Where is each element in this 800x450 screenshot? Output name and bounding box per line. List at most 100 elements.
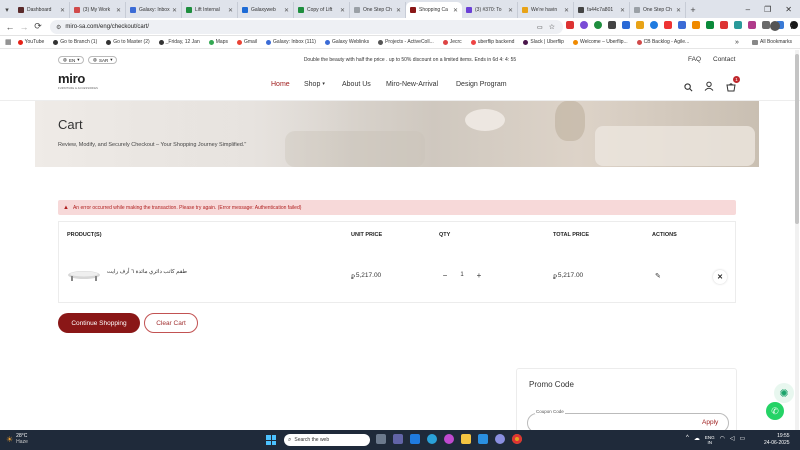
- account-icon[interactable]: [704, 78, 714, 91]
- extension-icon[interactable]: [636, 21, 644, 29]
- tab-close-icon[interactable]: ✕: [228, 7, 233, 14]
- decrease-qty-button[interactable]: −: [439, 271, 451, 280]
- browser-menu-icon[interactable]: ⋮: [787, 20, 796, 31]
- nav-shop[interactable]: Shop ▾: [304, 81, 325, 88]
- back-icon[interactable]: ←: [3, 20, 17, 34]
- bookmark-item[interactable]: CB Backlog - Agile...: [636, 39, 689, 45]
- increase-qty-button[interactable]: +: [473, 271, 485, 280]
- weather-widget[interactable]: ☀ 28°C Haze: [6, 433, 28, 445]
- teams-icon[interactable]: [393, 434, 403, 444]
- bookmark-item[interactable]: Gmail: [236, 39, 257, 45]
- bookmark-item[interactable]: _Friday, 12 Jan: [158, 39, 200, 45]
- start-button[interactable]: [266, 435, 276, 445]
- language-indicator[interactable]: ENG IN: [705, 435, 715, 445]
- tab-close-icon[interactable]: ✕: [284, 7, 289, 14]
- extension-icon[interactable]: [720, 21, 728, 29]
- extension-icon[interactable]: [664, 21, 672, 29]
- battery-icon[interactable]: ▭: [739, 435, 745, 445]
- store-icon[interactable]: [478, 434, 488, 444]
- clear-cart-button[interactable]: Clear Cart: [144, 313, 198, 333]
- tray-overflow-icon[interactable]: ^: [686, 435, 689, 445]
- tab-close-icon[interactable]: ✕: [676, 7, 681, 14]
- tab-close-icon[interactable]: ✕: [172, 7, 177, 14]
- bookmark-item[interactable]: Welcome – Uberflip...: [572, 39, 628, 45]
- minimize-icon[interactable]: –: [746, 5, 750, 14]
- task-view-icon[interactable]: [376, 434, 386, 444]
- scrollbar-thumb[interactable]: [795, 54, 799, 224]
- nav-home[interactable]: Home: [271, 81, 290, 88]
- browser-tab[interactable]: One Step Ch ✕: [630, 2, 686, 18]
- file-explorer-icon[interactable]: [461, 434, 471, 444]
- site-info-icon[interactable]: ⚙: [56, 24, 61, 31]
- bookmarks-overflow-icon[interactable]: »: [735, 39, 739, 46]
- edit-icon[interactable]: ✎: [655, 272, 661, 280]
- browser-tab[interactable]: Galaxy: Inbox ✕: [126, 2, 182, 18]
- product-thumbnail[interactable]: [67, 268, 101, 282]
- continue-shopping-button[interactable]: Continue Shopping: [58, 313, 140, 333]
- edge-icon[interactable]: [427, 434, 437, 444]
- vscode-icon[interactable]: [410, 434, 420, 444]
- bookmark-star-icon[interactable]: ☆: [549, 23, 555, 31]
- taskbar-search[interactable]: ⌕ Search the web: [284, 434, 370, 446]
- bookmark-item[interactable]: uberflip backend: [470, 39, 514, 45]
- extension-icon[interactable]: [706, 21, 714, 29]
- restore-icon[interactable]: ❐: [764, 5, 771, 14]
- tab-close-icon[interactable]: ✕: [564, 7, 569, 14]
- apply-button[interactable]: Apply: [702, 419, 718, 426]
- bookmark-item[interactable]: Go to Branch (1): [53, 39, 97, 45]
- extension-icon[interactable]: [622, 21, 630, 29]
- page-scrollbar[interactable]: [795, 50, 799, 430]
- bookmark-item[interactable]: Galaxy Weblinks: [324, 39, 369, 45]
- chat-assistant-button[interactable]: ✺: [774, 383, 794, 403]
- browser-tab[interactable]: fa44c7a801 ✕: [574, 2, 630, 18]
- browser-tab[interactable]: Galaxyweb ✕: [238, 2, 294, 18]
- tab-close-icon[interactable]: ✕: [620, 7, 625, 14]
- extension-icon[interactable]: [692, 21, 700, 29]
- app-icon[interactable]: [495, 434, 505, 444]
- extension-icon[interactable]: [594, 21, 602, 29]
- browser-tab[interactable]: (3) My Work ✕: [70, 2, 126, 18]
- install-app-icon[interactable]: ▭: [537, 24, 543, 31]
- close-window-icon[interactable]: ✕: [785, 5, 792, 14]
- search-icon[interactable]: [684, 79, 693, 92]
- browser-tab[interactable]: One Step Ch ✕: [350, 2, 406, 18]
- forward-icon[interactable]: →: [17, 20, 31, 34]
- browser-tab[interactable]: Shopping Ca ✕: [406, 2, 462, 18]
- reload-icon[interactable]: ⟳: [31, 20, 45, 34]
- tab-close-icon[interactable]: ✕: [453, 7, 458, 14]
- nav-about[interactable]: About Us: [342, 81, 371, 88]
- coupon-code-field[interactable]: [527, 413, 729, 430]
- bookmark-item[interactable]: YouTube: [17, 39, 44, 45]
- volume-icon[interactable]: ◁: [730, 435, 735, 445]
- extension-icon[interactable]: [748, 21, 756, 29]
- remove-item-button[interactable]: ✕: [713, 270, 727, 284]
- copilot-icon[interactable]: [444, 434, 454, 444]
- tray-app-icon[interactable]: ☁: [694, 435, 700, 445]
- tab-close-icon[interactable]: ✕: [116, 7, 121, 14]
- bookmark-item[interactable]: Go to Master (2): [106, 39, 150, 45]
- faq-link[interactable]: FAQ: [688, 56, 701, 63]
- bookmark-item[interactable]: Galaxy: Inbox (111): [266, 39, 316, 45]
- site-logo[interactable]: miro FURNITURE & ACCESSORIES: [58, 72, 98, 90]
- browser-tab[interactable]: (3) #370: To ✕: [462, 2, 518, 18]
- contact-link[interactable]: Contact: [713, 56, 735, 63]
- tab-close-icon[interactable]: ✕: [396, 7, 401, 14]
- tab-close-icon[interactable]: ✕: [340, 7, 345, 14]
- apps-icon[interactable]: ▦: [5, 38, 12, 46]
- browser-tab[interactable]: Lift Internal ✕: [182, 2, 238, 18]
- extension-icon[interactable]: [650, 21, 658, 29]
- extension-icon[interactable]: [734, 21, 742, 29]
- quantity-value[interactable]: 1: [460, 272, 463, 278]
- bookmark-item[interactable]: Projects - ActiveColl...: [378, 39, 434, 45]
- extension-icon[interactable]: [608, 21, 616, 29]
- currency-selector[interactable]: ◍ SAR ▾: [88, 56, 118, 64]
- product-name[interactable]: طقم كاتب دائري مائدة ٦ أرف رايت: [107, 269, 187, 275]
- tab-search-button[interactable]: ▾: [0, 2, 14, 18]
- chrome-icon[interactable]: [512, 434, 522, 444]
- tab-close-icon[interactable]: ✕: [60, 7, 65, 14]
- language-selector[interactable]: ◍ EN ▾: [58, 56, 85, 64]
- extension-icon[interactable]: [678, 21, 686, 29]
- profile-avatar[interactable]: [770, 21, 780, 31]
- browser-tab[interactable]: Copy of Lift ✕: [294, 2, 350, 18]
- bookmark-item[interactable]: Slack | Uberflip: [523, 39, 564, 45]
